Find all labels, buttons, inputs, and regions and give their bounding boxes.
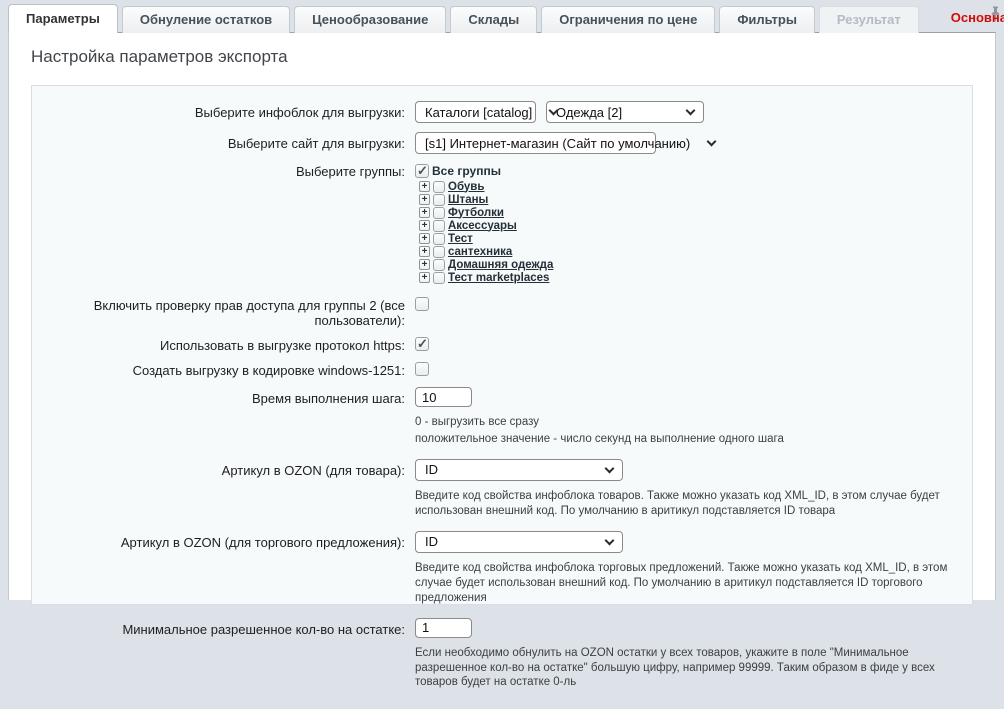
group-checkbox[interactable]	[433, 246, 445, 258]
export-settings-form: Выберите инфоблок для выгрузки: Каталоги…	[32, 86, 972, 709]
expand-plus-icon[interactable]: +	[419, 233, 430, 244]
min-stock-hint: Если необходимо обнулить на OZON остатки…	[415, 646, 972, 691]
min-stock-input[interactable]	[415, 618, 472, 638]
group-link[interactable]: Аксессуары	[448, 220, 517, 232]
group-checkbox[interactable]	[433, 220, 445, 232]
step-time-hint-2: положительное значение - число секунд на…	[415, 432, 784, 447]
tab-price-limits[interactable]: Ограничения по цене	[541, 6, 715, 33]
group-link[interactable]: Футболки	[448, 207, 504, 219]
site-value: [s1] Интернет-магазин (Сайт по умолчанию…	[425, 136, 708, 151]
main-panel: Настройка параметров экспорта Выберите и…	[8, 32, 996, 600]
tab-result[interactable]: Результат	[819, 6, 919, 33]
row-ozon-article-offer: Артикул в OZON (для торгового предложени…	[32, 531, 972, 606]
infoblock-label: Выберите инфоблок для выгрузки:	[32, 101, 415, 120]
expand-plus-icon[interactable]: +	[419, 259, 430, 270]
chevron-down-icon	[686, 106, 696, 116]
group-checkbox[interactable]	[433, 181, 445, 193]
step-time-label: Время выполнения шага:	[32, 387, 415, 406]
step-time-input[interactable]	[415, 387, 472, 407]
tab-stock-reset[interactable]: Обнуление остатков	[122, 6, 290, 33]
group-checkbox[interactable]	[433, 259, 445, 271]
encoding-label: Создать выгрузку в кодировке windows-125…	[32, 362, 415, 378]
row-access-check: Включить проверку прав доступа для групп…	[32, 297, 972, 328]
ozon-article-product-label: Артикул в OZON (для товара):	[32, 459, 415, 478]
row-min-stock: Минимальное разрешенное кол-во на остатк…	[32, 618, 972, 691]
infoblock-value: Одежда [2]	[556, 105, 640, 120]
all-groups-row: Все группы	[415, 163, 501, 178]
expand-plus-icon[interactable]: +	[419, 272, 430, 283]
group-checkbox[interactable]	[433, 272, 445, 284]
group-link[interactable]: Штаны	[448, 194, 488, 206]
tree-item-test-marketplaces: + Тест marketplaces	[419, 271, 553, 284]
expand-plus-icon[interactable]: +	[419, 194, 430, 205]
expand-plus-icon[interactable]: +	[419, 207, 430, 218]
row-ozon-article-product: Артикул в OZON (для товара): ID Введите …	[32, 459, 972, 519]
tree-item-plumbing: + сантехника	[419, 245, 553, 258]
expand-plus-icon[interactable]: +	[419, 181, 430, 192]
groups-tree: + Обувь + Штаны + Футболки	[419, 180, 553, 284]
ozon-article-product-hint: Введите код свойства инфоблока товаров. …	[415, 489, 972, 519]
group-link[interactable]: Тест marketplaces	[448, 272, 549, 284]
all-groups-label: Все группы	[432, 164, 501, 178]
group-link[interactable]: Тест	[448, 233, 473, 245]
ozon-article-offer-label: Артикул в OZON (для торгового предложени…	[32, 531, 415, 550]
tab-warehouses[interactable]: Склады	[450, 6, 537, 33]
ozon-article-offer-value: ID	[425, 534, 456, 549]
group-checkbox[interactable]	[433, 194, 445, 206]
tab-bar: Параметры Обнуление остатков Ценообразов…	[8, 4, 996, 33]
all-groups-checkbox[interactable]	[415, 164, 429, 178]
https-label: Использовать в выгрузке протокол https:	[32, 337, 415, 353]
group-link[interactable]: Обувь	[448, 181, 484, 193]
row-groups: Выберите группы: Все группы + Обувь +	[32, 163, 972, 284]
ozon-article-product-value: ID	[425, 462, 456, 477]
expand-plus-icon[interactable]: +	[419, 220, 430, 231]
infoblock-select[interactable]: Одежда [2]	[546, 101, 704, 123]
tab-filters[interactable]: Фильтры	[719, 6, 815, 33]
export-settings-form-panel: Выберите инфоблок для выгрузки: Каталоги…	[31, 85, 973, 605]
chevron-down-icon	[707, 137, 717, 147]
min-stock-label: Минимальное разрешенное кол-во на остатк…	[32, 618, 415, 637]
row-encoding: Создать выгрузку в кодировке windows-125…	[32, 362, 972, 378]
infoblock-type-value: Каталоги [catalog]	[425, 105, 550, 120]
tab-pricing[interactable]: Ценообразование	[294, 6, 446, 33]
ozon-article-offer-select[interactable]: ID	[415, 531, 623, 553]
tab-parameters[interactable]: Параметры	[8, 4, 118, 33]
main-tab-note: Основная вкладка "Параметры"	[951, 10, 1004, 27]
chevron-down-icon	[605, 535, 615, 545]
row-infoblock: Выберите инфоблок для выгрузки: Каталоги…	[32, 101, 972, 123]
group-link[interactable]: Домашняя одежда	[448, 259, 553, 271]
group-link[interactable]: сантехника	[448, 246, 512, 258]
chevron-down-icon	[605, 463, 615, 473]
tree-item-homewear: + Домашняя одежда	[419, 258, 553, 271]
row-step-time: Время выполнения шага: 0 - выгрузить все…	[32, 387, 972, 447]
group-checkbox[interactable]	[433, 207, 445, 219]
step-time-hint-1: 0 - выгрузить все сразу	[415, 415, 539, 430]
tree-item-accessories: + Аксессуары	[419, 219, 553, 232]
tree-item-test: + Тест	[419, 232, 553, 245]
group-checkbox[interactable]	[433, 233, 445, 245]
encoding-checkbox[interactable]	[415, 362, 429, 376]
ozon-article-offer-hint: Введите код свойства инфоблока торговых …	[415, 561, 972, 606]
row-site: Выберите сайт для выгрузки: [s1] Интерне…	[32, 132, 972, 154]
tree-item-shoes: + Обувь	[419, 180, 553, 193]
site-select[interactable]: [s1] Интернет-магазин (Сайт по умолчанию…	[415, 132, 656, 154]
site-label: Выберите сайт для выгрузки:	[32, 132, 415, 151]
page-title: Настройка параметров экспорта	[9, 33, 995, 67]
groups-label: Выберите группы:	[32, 163, 415, 179]
row-https: Использовать в выгрузке протокол https:	[32, 337, 972, 353]
infoblock-type-select[interactable]: Каталоги [catalog]	[415, 101, 536, 123]
https-checkbox[interactable]	[415, 337, 429, 351]
access-check-label: Включить проверку прав доступа для групп…	[32, 297, 415, 328]
tree-item-tshirts: + Футболки	[419, 206, 553, 219]
expand-plus-icon[interactable]: +	[419, 246, 430, 257]
tree-item-pants: + Штаны	[419, 193, 553, 206]
access-check-checkbox[interactable]	[415, 297, 429, 311]
ozon-article-product-select[interactable]: ID	[415, 459, 623, 481]
